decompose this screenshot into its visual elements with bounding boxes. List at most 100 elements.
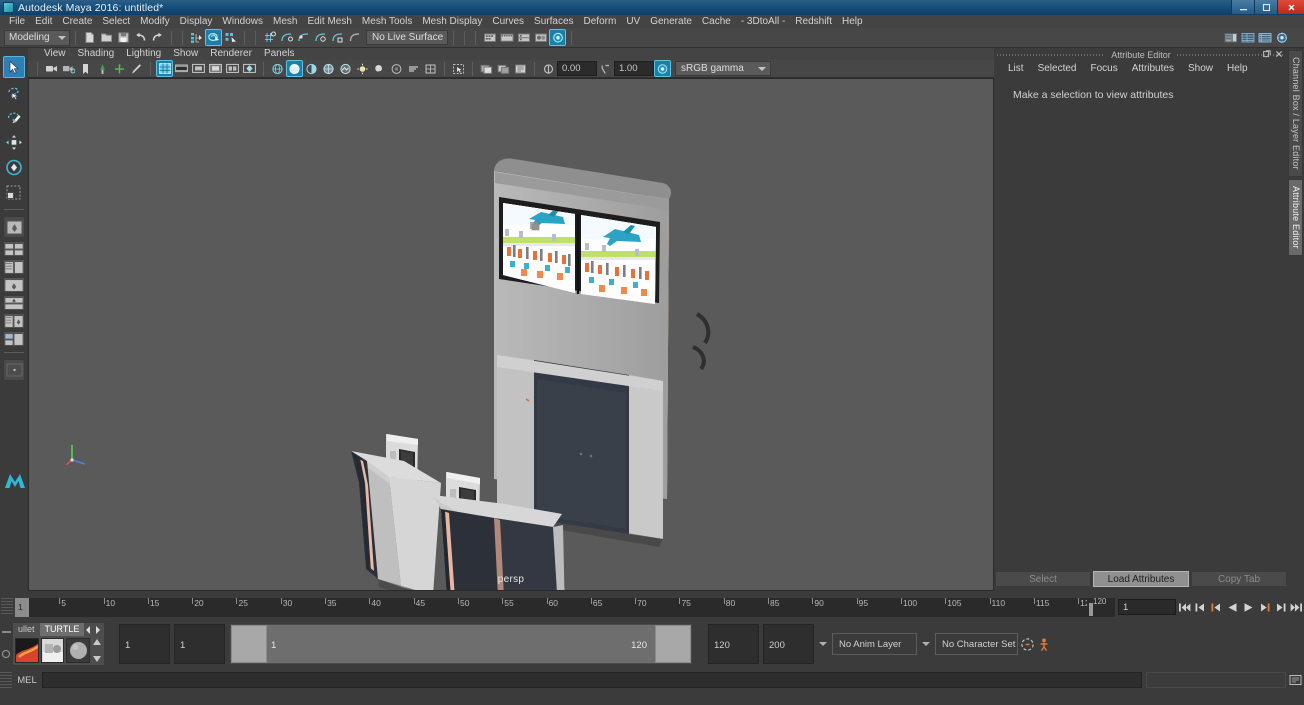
isolate-select-icon[interactable] xyxy=(451,61,466,76)
menu-select[interactable]: Select xyxy=(97,15,135,28)
shelf-tab-turtle[interactable]: TURTLE xyxy=(39,623,85,636)
lights-toggle-icon[interactable] xyxy=(355,61,370,76)
multisample-icon[interactable] xyxy=(423,61,438,76)
menu-cache[interactable]: Cache xyxy=(697,15,736,28)
snap-to-grid-icon[interactable] xyxy=(262,30,277,45)
screen-space-ao-icon[interactable] xyxy=(389,61,404,76)
persp-outliner-layout[interactable] xyxy=(3,277,25,292)
step-forward-frame-icon[interactable] xyxy=(1257,599,1272,615)
step-forward-keyframe-icon[interactable] xyxy=(1273,599,1288,615)
single-perspective-layout[interactable] xyxy=(3,216,25,238)
show-hide-editors-icon[interactable] xyxy=(1223,30,1238,45)
range-start-handle[interactable] xyxy=(231,625,267,663)
close-button[interactable] xyxy=(1277,0,1304,14)
scale-tool[interactable] xyxy=(3,181,25,203)
select-by-object-type-icon[interactable] xyxy=(205,29,222,46)
snap-to-point-icon[interactable] xyxy=(296,30,311,45)
menu-file[interactable]: File xyxy=(4,15,30,28)
viewport-menu-view[interactable]: View xyxy=(38,48,72,60)
new-scene-icon[interactable] xyxy=(82,30,97,45)
select-by-component-type-icon[interactable] xyxy=(223,30,238,45)
motion-blur-icon[interactable] xyxy=(406,61,421,76)
go-to-end-icon[interactable] xyxy=(1289,599,1304,615)
anim-start-field[interactable]: 1 xyxy=(174,624,225,664)
time-slider-track[interactable]: 1 5 10 15 20 25 30 35 40 45 50 55 60 65 70 75 80 85 90 95 1… xyxy=(15,597,1087,617)
rotate-tool[interactable] xyxy=(3,156,25,178)
two-pane-stacked-layout[interactable] xyxy=(3,259,25,274)
command-line-grip[interactable] xyxy=(0,672,12,688)
select-button[interactable]: Select xyxy=(995,571,1091,587)
make-live-icon[interactable] xyxy=(347,30,362,45)
anim-layer-selector[interactable]: No Anim Layer xyxy=(832,633,917,655)
turtle-scene-swatch[interactable] xyxy=(40,638,65,663)
four-view-layout[interactable] xyxy=(3,241,25,256)
open-scene-icon[interactable] xyxy=(99,30,114,45)
hypershade-icon[interactable] xyxy=(533,30,548,45)
render-settings-icon[interactable] xyxy=(516,30,531,45)
undo-icon[interactable] xyxy=(133,30,148,45)
tab-attribute-editor[interactable]: Attribute Editor xyxy=(1288,178,1303,256)
time-slider-grip[interactable] xyxy=(1,598,13,616)
step-back-keyframe-icon[interactable] xyxy=(1193,599,1208,615)
play-forwards-icon[interactable] xyxy=(1241,599,1256,615)
maximize-button[interactable] xyxy=(1254,0,1277,14)
grid-toggle-icon[interactable] xyxy=(156,60,173,77)
hypershade-layout-icon[interactable] xyxy=(3,313,25,328)
exposure-field-icon[interactable] xyxy=(541,61,556,76)
menu-modify[interactable]: Modify xyxy=(135,15,174,28)
script-editor-icon[interactable] xyxy=(1286,672,1304,688)
menu-edit-mesh[interactable]: Edit Mesh xyxy=(302,15,356,28)
close-icon[interactable] xyxy=(1274,50,1283,59)
attribute-editor-toggle-icon[interactable] xyxy=(1257,30,1272,45)
wireframe-icon[interactable] xyxy=(270,61,285,76)
redo-icon[interactable] xyxy=(150,30,165,45)
snap-to-curve-icon[interactable] xyxy=(279,30,294,45)
anim-end-field[interactable]: 120 xyxy=(708,624,759,664)
persp-uv-layout[interactable] xyxy=(3,331,25,346)
menu-mesh-tools[interactable]: Mesh Tools xyxy=(357,15,417,28)
range-end-field[interactable]: 200 xyxy=(763,624,814,664)
undock-icon[interactable] xyxy=(1262,50,1271,59)
menu-deform[interactable]: Deform xyxy=(579,15,622,28)
two-d-pan-zoom-icon[interactable] xyxy=(112,61,127,76)
lasso-select-tool[interactable] xyxy=(3,81,25,103)
color-space-dropdown[interactable]: sRGB gamma xyxy=(675,61,771,76)
xray-icon[interactable] xyxy=(242,61,257,76)
ae-menu-list[interactable]: List xyxy=(1001,63,1031,74)
gamma-field-icon[interactable] xyxy=(598,61,613,76)
menu-redshift[interactable]: Redshift xyxy=(790,15,837,28)
viewport-menu-show[interactable]: Show xyxy=(167,48,204,60)
viewport-menu-lighting[interactable]: Lighting xyxy=(120,48,167,60)
animation-preferences-icon[interactable] xyxy=(1036,637,1054,652)
move-tool[interactable] xyxy=(3,131,25,153)
play-backwards-icon[interactable] xyxy=(1225,599,1240,615)
persp-graph-layout[interactable] xyxy=(3,295,25,310)
ae-menu-show[interactable]: Show xyxy=(1181,63,1220,74)
viewport-menu-panels[interactable]: Panels xyxy=(258,48,301,60)
auto-keyframe-icon[interactable] xyxy=(1018,637,1036,652)
menu-uv[interactable]: UV xyxy=(621,15,645,28)
render-view-icon[interactable] xyxy=(482,30,497,45)
ipr-render-icon[interactable] xyxy=(549,29,566,46)
chevron-up-icon[interactable] xyxy=(92,638,102,646)
live-surface-dropdown[interactable]: No Live Surface xyxy=(366,30,448,45)
select-camera-icon[interactable] xyxy=(44,61,59,76)
image-plane-icon[interactable] xyxy=(95,61,110,76)
viewport-menu-shading[interactable]: Shading xyxy=(72,48,121,60)
ae-menu-attributes[interactable]: Attributes xyxy=(1125,63,1181,74)
menu-curves[interactable]: Curves xyxy=(487,15,529,28)
perspective-viewport[interactable]: persp xyxy=(28,78,994,591)
viewport-settings-icon[interactable] xyxy=(513,61,528,76)
gate-mask-icon[interactable] xyxy=(208,61,223,76)
menu-generate[interactable]: Generate xyxy=(645,15,697,28)
copy-tab-button[interactable]: Copy Tab xyxy=(1191,571,1287,587)
channel-box-toggle-icon[interactable] xyxy=(1240,30,1255,45)
snapshot-compare-icon[interactable] xyxy=(496,61,511,76)
film-gate-icon[interactable] xyxy=(174,61,189,76)
bookmark-icon[interactable] xyxy=(78,61,93,76)
tool-settings-toggle-icon[interactable] xyxy=(1274,30,1289,45)
gamma-field[interactable]: 1.00 xyxy=(614,61,654,76)
tab-channel-box-layer-editor[interactable]: Channel Box / Layer Editor xyxy=(1288,50,1303,177)
render-sequence-icon[interactable] xyxy=(499,30,514,45)
smooth-shade-icon[interactable] xyxy=(286,60,303,77)
